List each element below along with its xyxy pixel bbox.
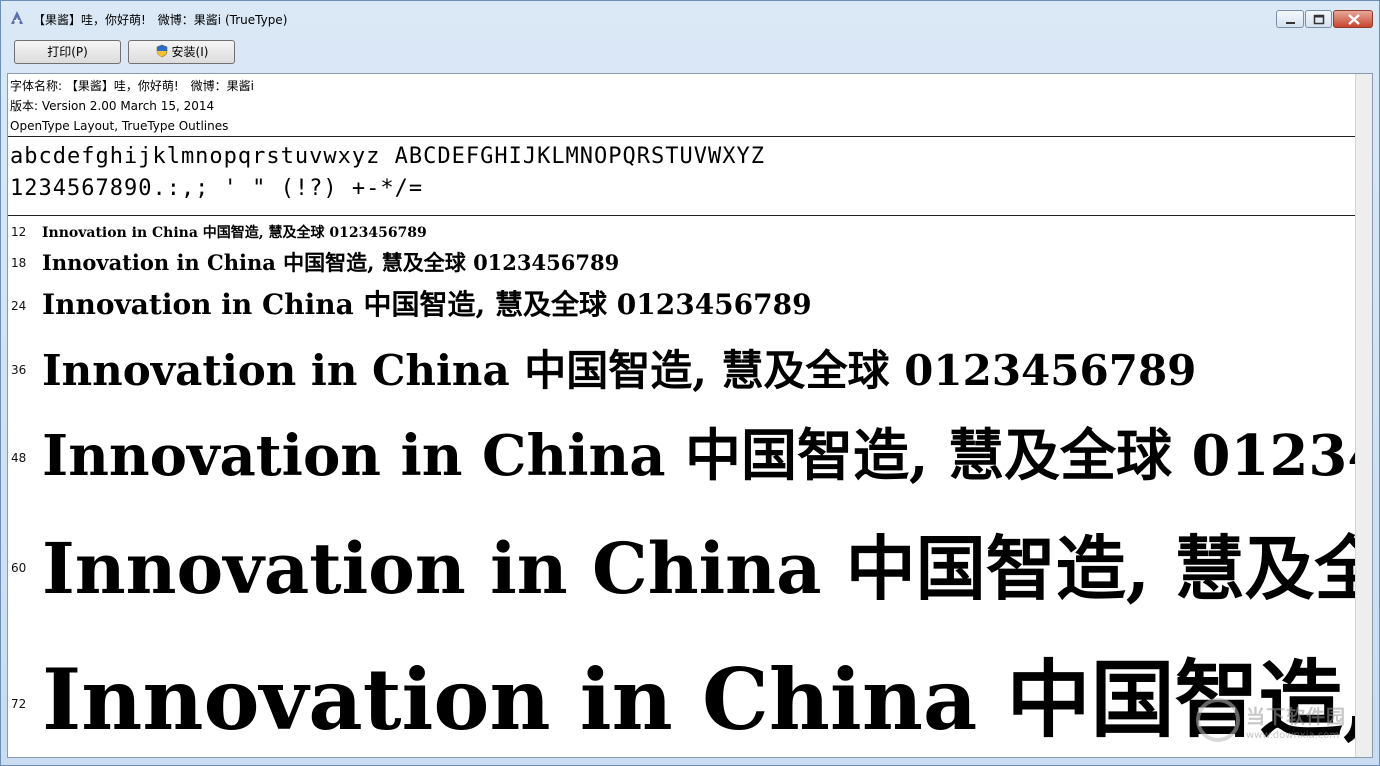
- sample-text: Innovation in China 中国智造, 慧及全球 012345678…: [42, 527, 1358, 610]
- watermark-logo-icon: [1196, 698, 1240, 742]
- sample-size-label: 72: [11, 697, 27, 711]
- sample-row-12: 12 Innovation in China 中国智造, 慧及全球 012345…: [8, 221, 1358, 243]
- charset-line-letters: abcdefghijklmnopqrstuvwxyz ABCDEFGHIJKLM…: [10, 144, 765, 169]
- sample-text: Innovation in China 中国智造, 慧及全球 012345678…: [42, 423, 1358, 489]
- vertical-scrollbar[interactable]: [1355, 74, 1372, 757]
- font-type-line: OpenType Layout, TrueType Outlines: [10, 119, 229, 133]
- sample-row-24: 24 Innovation in China 中国智造, 慧及全球 012345…: [8, 279, 1358, 327]
- font-viewer-window: 【果酱】哇，你好萌! 微博：果酱i (TrueType) 打印(P) 安装(I)…: [0, 0, 1380, 766]
- minimize-icon: [1286, 22, 1295, 24]
- sample-size-label: 18: [11, 256, 27, 270]
- close-icon: [1348, 14, 1360, 25]
- close-button[interactable]: [1333, 10, 1373, 28]
- print-button[interactable]: 打印(P): [14, 40, 121, 64]
- sample-size-label: 24: [11, 299, 27, 313]
- sample-row-72: 72 Innovation in China 中国智造, 慧及全球 012345…: [8, 615, 1358, 757]
- sample-text: Innovation in China 中国智造, 慧及全球 012345678…: [42, 650, 1358, 749]
- font-preview-pane[interactable]: 字体名称: 【果酱】哇，你好萌! 微博：果酱i 版本: Version 2.00…: [7, 73, 1373, 758]
- watermark-name: 当下软件园: [1246, 706, 1347, 728]
- site-watermark: 当下软件园 www.downxia.com: [1196, 698, 1356, 748]
- window-title: 【果酱】哇，你好萌! 微博：果酱i (TrueType): [33, 13, 288, 27]
- font-app-icon: [11, 11, 23, 24]
- maximize-icon: [1313, 14, 1325, 25]
- sample-row-36: 36 Innovation in China 中国智造, 慧及全球 012345…: [8, 327, 1358, 397]
- sample-text: Innovation in China 中国智造, 慧及全球 012345678…: [42, 346, 1197, 395]
- minimize-button[interactable]: [1276, 10, 1304, 28]
- install-button-label: 安装(I): [171, 45, 209, 59]
- uac-shield-icon: [156, 44, 167, 58]
- sample-row-18: 18 Innovation in China 中国智造, 慧及全球 012345…: [8, 246, 1358, 276]
- divider: [8, 136, 1358, 137]
- maximize-button[interactable]: [1305, 10, 1332, 28]
- toolbar: 打印(P) 安装(I): [7, 37, 1373, 69]
- font-info: 字体名称: 【果酱】哇，你好萌! 微博：果酱i 版本: Version 2.00…: [10, 76, 254, 136]
- sample-size-label: 48: [11, 451, 27, 465]
- title-bar[interactable]: 【果酱】哇，你好萌! 微博：果酱i (TrueType): [1, 1, 1379, 35]
- font-name-line: 字体名称: 【果酱】哇，你好萌! 微博：果酱i: [10, 79, 255, 93]
- sample-row-60: 60 Innovation in China 中国智造, 慧及全球 012345…: [8, 497, 1358, 615]
- watermark-url: www.downxia.com: [1246, 730, 1340, 741]
- charset-line-digits: 1234567890.:,; ' " (!?) +-*/=: [10, 176, 424, 201]
- install-button[interactable]: 安装(I): [128, 40, 235, 64]
- sample-size-label: 36: [11, 363, 27, 377]
- divider: [8, 215, 1358, 216]
- sample-size-label: 60: [11, 561, 27, 575]
- sample-row-48: 48 Innovation in China 中国智造, 慧及全球 012345…: [8, 397, 1358, 497]
- font-version-line: 版本: Version 2.00 March 15, 2014: [10, 99, 215, 113]
- sample-size-label: 12: [11, 225, 27, 239]
- sample-text: Innovation in China 中国智造, 慧及全球 012345678…: [42, 225, 427, 241]
- sample-text: Innovation in China 中国智造, 慧及全球 012345678…: [42, 288, 812, 321]
- sample-text: Innovation in China 中国智造, 慧及全球 012345678…: [42, 250, 620, 275]
